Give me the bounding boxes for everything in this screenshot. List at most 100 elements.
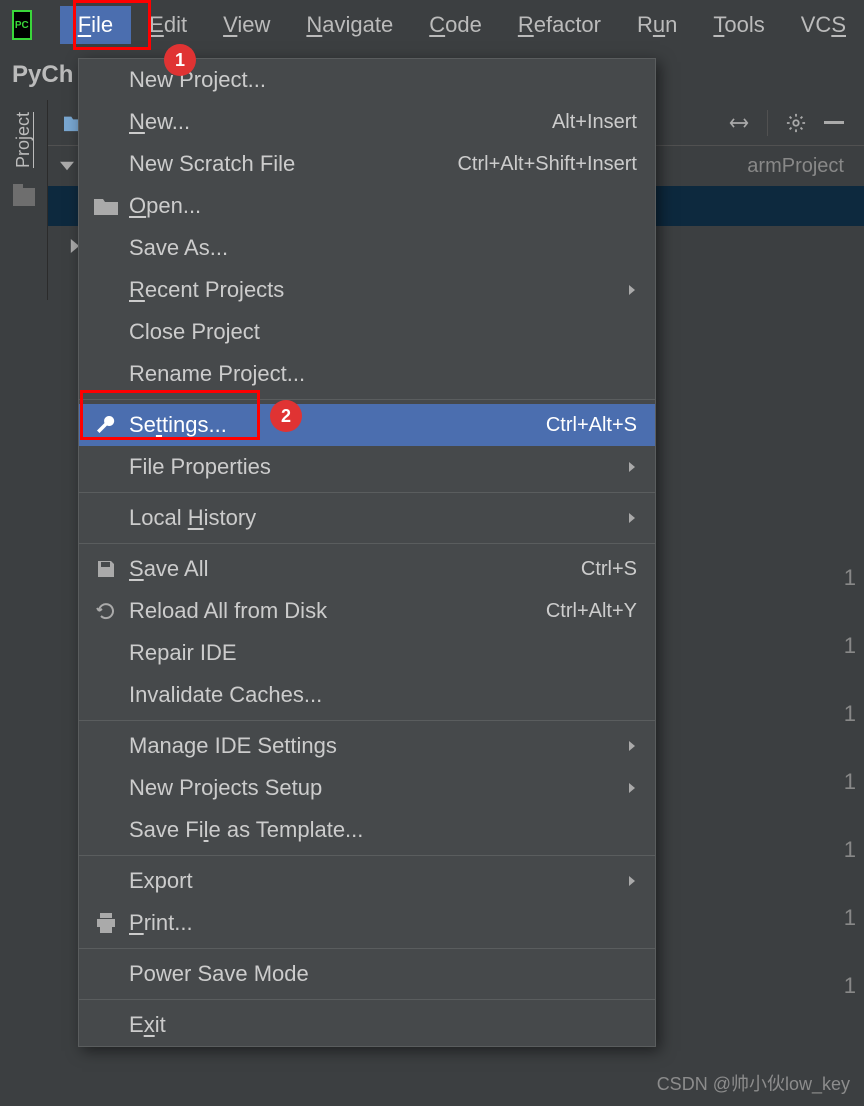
- menu-tools[interactable]: Tools: [695, 6, 782, 44]
- menu-item-label: New...: [129, 109, 552, 135]
- menu-item-manage-ide-settings[interactable]: Manage IDE Settings: [79, 725, 655, 767]
- line-number: 1: [844, 973, 856, 1021]
- icon-spacer: [93, 151, 119, 177]
- wrench-icon: [93, 412, 119, 438]
- locate-icon[interactable]: [729, 113, 749, 133]
- menu-item-close-project[interactable]: Close Project: [79, 311, 655, 353]
- menu-item-reload-all-from-disk[interactable]: Reload All from DiskCtrl+Alt+Y: [79, 590, 655, 632]
- chevron-down-icon[interactable]: [60, 159, 74, 173]
- save-icon: [93, 556, 119, 582]
- line-number: 1: [844, 905, 856, 953]
- line-number: 1: [844, 565, 856, 613]
- menu-item-label: Save As...: [129, 235, 637, 261]
- menu-code[interactable]: Code: [411, 6, 500, 44]
- line-number: 1: [844, 769, 856, 817]
- icon-spacer: [93, 868, 119, 894]
- menu-item-label: New Project...: [129, 67, 637, 93]
- menu-separator: [79, 399, 655, 400]
- menu-item-label: Rename Project...: [129, 361, 637, 387]
- menu-item-label: Local History: [129, 505, 627, 531]
- icon-spacer: [93, 109, 119, 135]
- menu-separator: [79, 492, 655, 493]
- app-logo: PC: [12, 10, 32, 40]
- menu-file[interactable]: File: [60, 6, 131, 44]
- file-menu-dropdown: New Project...New...Alt+InsertNew Scratc…: [78, 58, 656, 1047]
- menu-item-label: Invalidate Caches...: [129, 682, 637, 708]
- menu-item-label: Save File as Template...: [129, 817, 637, 843]
- menu-item-exit[interactable]: Exit: [79, 1004, 655, 1046]
- menu-item-new-projects-setup[interactable]: New Projects Setup: [79, 767, 655, 809]
- icon-spacer: [93, 817, 119, 843]
- menu-item-file-properties[interactable]: File Properties: [79, 446, 655, 488]
- icon-spacer: [93, 961, 119, 987]
- menu-item-new-project[interactable]: New Project...: [79, 59, 655, 101]
- chevron-right-icon: [627, 741, 637, 751]
- menu-item-label: Open...: [129, 193, 637, 219]
- menu-item-new[interactable]: New...Alt+Insert: [79, 101, 655, 143]
- project-tool-tab[interactable]: Project: [13, 108, 34, 172]
- sidebar: Project: [0, 100, 48, 300]
- chevron-right-icon: [627, 462, 637, 472]
- folder-icon: [93, 193, 119, 219]
- reload-icon: [93, 598, 119, 624]
- menubar: PC FileEditViewNavigateCodeRefactorRunTo…: [0, 0, 864, 50]
- menu-edit[interactable]: Edit: [131, 6, 205, 44]
- icon-spacer: [93, 319, 119, 345]
- chevron-right-icon: [627, 513, 637, 523]
- menu-item-label: Recent Projects: [129, 277, 627, 303]
- menu-shortcut: Ctrl+Alt+Y: [546, 600, 637, 623]
- gear-icon[interactable]: [786, 113, 806, 133]
- divider: [767, 110, 768, 136]
- menu-item-save-file-as-template[interactable]: Save File as Template...: [79, 809, 655, 851]
- folder-icon: [13, 188, 35, 206]
- menu-view[interactable]: View: [205, 6, 288, 44]
- menu-separator: [79, 999, 655, 1000]
- menu-refactor[interactable]: Refactor: [500, 6, 619, 44]
- chevron-right-icon: [627, 876, 637, 886]
- icon-spacer: [93, 361, 119, 387]
- watermark: CSDN @帅小伙low_key: [657, 1070, 850, 1096]
- icon-spacer: [93, 67, 119, 93]
- menu-item-save-all[interactable]: Save AllCtrl+S: [79, 548, 655, 590]
- menu-item-export[interactable]: Export: [79, 860, 655, 902]
- menu-shortcut: Ctrl+S: [581, 558, 637, 581]
- menu-item-invalidate-caches[interactable]: Invalidate Caches...: [79, 674, 655, 716]
- chevron-right-icon: [627, 783, 637, 793]
- menu-item-label: Manage IDE Settings: [129, 733, 627, 759]
- menu-item-save-as[interactable]: Save As...: [79, 227, 655, 269]
- menu-item-print[interactable]: Print...: [79, 902, 655, 944]
- icon-spacer: [93, 235, 119, 261]
- icon-spacer: [93, 640, 119, 666]
- menu-item-label: Power Save Mode: [129, 961, 637, 987]
- icon-spacer: [93, 505, 119, 531]
- icon-spacer: [93, 733, 119, 759]
- menu-item-open[interactable]: Open...: [79, 185, 655, 227]
- menu-vcs[interactable]: VCS: [783, 6, 864, 44]
- menu-separator: [79, 948, 655, 949]
- project-path-fragment: armProject: [747, 155, 864, 178]
- menu-item-new-scratch-file[interactable]: New Scratch FileCtrl+Alt+Shift+Insert: [79, 143, 655, 185]
- menu-item-label: Settings...: [129, 412, 546, 438]
- menu-item-label: Reload All from Disk: [129, 598, 546, 624]
- icon-spacer: [93, 682, 119, 708]
- menu-item-label: New Scratch File: [129, 151, 457, 177]
- menu-item-power-save-mode[interactable]: Power Save Mode: [79, 953, 655, 995]
- menu-separator: [79, 720, 655, 721]
- menu-item-rename-project[interactable]: Rename Project...: [79, 353, 655, 395]
- line-number: 1: [844, 633, 856, 681]
- menu-item-label: New Projects Setup: [129, 775, 627, 801]
- icon-spacer: [93, 775, 119, 801]
- menu-navigate[interactable]: Navigate: [288, 6, 411, 44]
- menu-item-label: Export: [129, 868, 627, 894]
- menu-item-label: File Properties: [129, 454, 627, 480]
- menu-item-local-history[interactable]: Local History: [79, 497, 655, 539]
- menu-shortcut: Alt+Insert: [552, 111, 637, 134]
- menu-item-settings[interactable]: Settings...Ctrl+Alt+S: [79, 404, 655, 446]
- menu-item-repair-ide[interactable]: Repair IDE: [79, 632, 655, 674]
- menu-run[interactable]: Run: [619, 6, 695, 44]
- menu-shortcut: Ctrl+Alt+S: [546, 414, 637, 437]
- menu-item-recent-projects[interactable]: Recent Projects: [79, 269, 655, 311]
- minimize-icon[interactable]: [824, 113, 844, 133]
- icon-spacer: [93, 1012, 119, 1038]
- icon-spacer: [93, 277, 119, 303]
